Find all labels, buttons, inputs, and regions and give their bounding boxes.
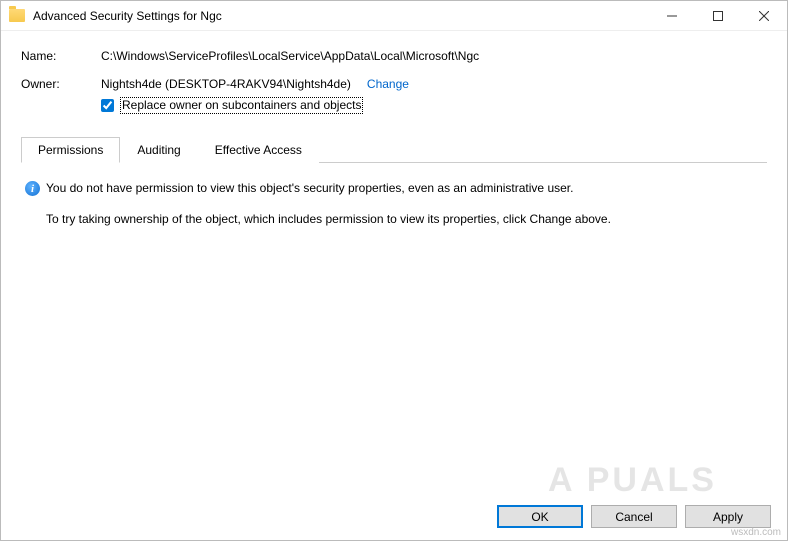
tab-effective-access[interactable]: Effective Access — [198, 137, 319, 163]
folder-icon — [9, 9, 25, 22]
owner-label: Owner: — [21, 77, 101, 91]
tab-body: i You do not have permission to view thi… — [21, 163, 767, 244]
cancel-button[interactable]: Cancel — [591, 505, 677, 528]
maximize-button[interactable] — [695, 1, 741, 30]
close-button[interactable] — [741, 1, 787, 30]
owner-value: Nightsh4de (DESKTOP-4RAKV94\Nightsh4de) — [101, 77, 351, 91]
tab-strip: Permissions Auditing Effective Access — [21, 136, 767, 163]
credit-text: wsxdn.com — [731, 527, 781, 538]
permission-message-1: You do not have permission to view this … — [46, 181, 573, 195]
apply-button[interactable]: Apply — [685, 505, 771, 528]
ok-button[interactable]: OK — [497, 505, 583, 528]
name-value: C:\Windows\ServiceProfiles\LocalService\… — [101, 49, 767, 63]
dialog-button-bar: OK Cancel Apply — [497, 505, 771, 528]
minimize-button[interactable] — [649, 1, 695, 30]
window-title: Advanced Security Settings for Ngc — [33, 9, 649, 23]
replace-owner-checkbox[interactable] — [101, 99, 114, 112]
window-controls — [649, 1, 787, 30]
change-owner-link[interactable]: Change — [367, 77, 409, 91]
info-grid: Name: C:\Windows\ServiceProfiles\LocalSe… — [21, 49, 767, 114]
replace-owner-row: Replace owner on subcontainers and objec… — [101, 97, 767, 114]
replace-owner-label[interactable]: Replace owner on subcontainers and objec… — [120, 97, 363, 114]
tab-permissions[interactable]: Permissions — [21, 137, 120, 163]
permission-message-row: i You do not have permission to view thi… — [25, 181, 763, 196]
titlebar: Advanced Security Settings for Ngc — [1, 1, 787, 31]
content-area: Name: C:\Windows\ServiceProfiles\LocalSe… — [1, 31, 787, 244]
tab-auditing[interactable]: Auditing — [120, 137, 197, 163]
owner-row: Nightsh4de (DESKTOP-4RAKV94\Nightsh4de) … — [101, 77, 767, 91]
info-icon: i — [25, 181, 40, 196]
watermark: A PUALS — [548, 461, 717, 500]
name-label: Name: — [21, 49, 101, 63]
permission-message-2: To try taking ownership of the object, w… — [46, 212, 763, 226]
